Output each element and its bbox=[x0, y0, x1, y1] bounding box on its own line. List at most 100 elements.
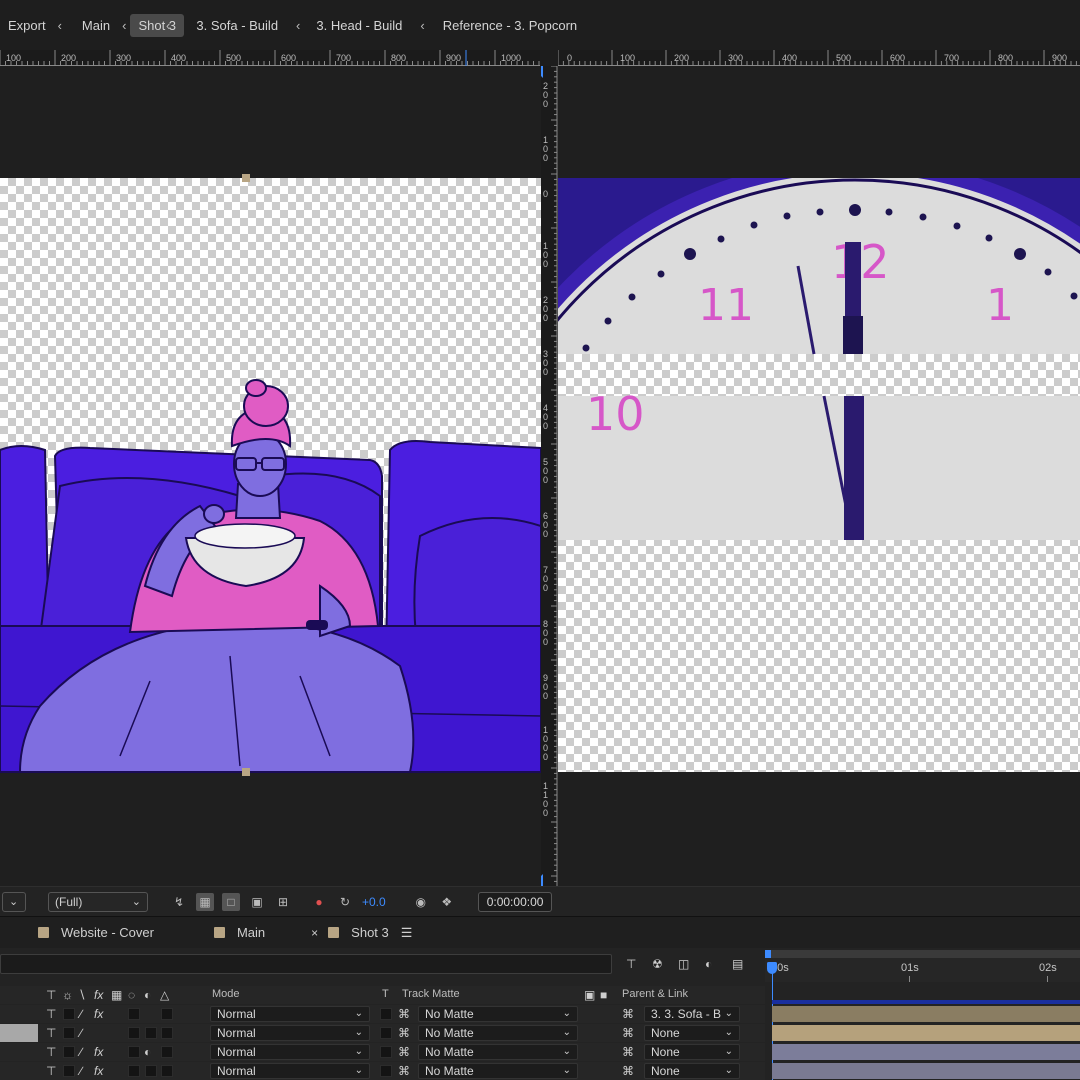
composition-viewer-right[interactable]: 12 11 1 10 bbox=[558, 66, 1080, 886]
timecode-display[interactable]: 0:00:00:00 bbox=[477, 891, 553, 912]
frame-blending-icon[interactable]: ◫ bbox=[678, 956, 689, 972]
parent-dropdown[interactable]: None ⌄ bbox=[644, 1044, 740, 1060]
fx-icon[interactable]: fx bbox=[94, 1044, 103, 1060]
layer-duration-bar[interactable] bbox=[772, 1063, 1080, 1079]
view-options-dropdown[interactable]: ⌄ bbox=[2, 891, 26, 912]
grid-guides-icon[interactable]: ⊞ bbox=[274, 893, 292, 911]
switch-box[interactable] bbox=[128, 1046, 140, 1058]
layer-search-input[interactable] bbox=[0, 954, 612, 974]
quality-icon[interactable]: ∕ bbox=[80, 1025, 82, 1041]
parent-pickwhip-icon[interactable]: ⌘ bbox=[622, 1025, 634, 1041]
breadcrumb-reference-popcorn[interactable]: Reference - 3. Popcorn bbox=[435, 14, 585, 37]
fx-icon[interactable]: fx bbox=[94, 1006, 103, 1022]
switch-box[interactable] bbox=[161, 1046, 173, 1058]
exposure-value[interactable]: +0.0 bbox=[362, 895, 386, 909]
parent-pickwhip-icon[interactable]: ⌘ bbox=[622, 1006, 634, 1022]
quality-icon[interactable]: ∕ bbox=[80, 1063, 82, 1079]
breadcrumb-shot-3[interactable]: Shot 3 bbox=[130, 13, 185, 37]
shy-icon[interactable]: ⊤ bbox=[46, 1006, 56, 1022]
pickwhip-icon[interactable]: ⌘ bbox=[398, 1025, 410, 1041]
breadcrumb-sofa-build[interactable]: 3. Sofa - Build bbox=[188, 14, 286, 37]
mode-dropdown[interactable]: Normal ⌄ bbox=[210, 1044, 370, 1060]
reset-exposure-icon[interactable]: ↻ bbox=[336, 893, 354, 911]
adjustment-layer-icon[interactable]: ◐ bbox=[144, 1044, 151, 1060]
layer-duration-bar[interactable] bbox=[772, 1044, 1080, 1060]
tab-website-cover[interactable]: Website - Cover bbox=[38, 925, 154, 940]
layer-duration-bar[interactable] bbox=[772, 1025, 1080, 1041]
fast-previews-icon[interactable]: ↯ bbox=[170, 893, 188, 911]
switch-box[interactable] bbox=[161, 1065, 173, 1077]
menu-icon[interactable]: ☰ bbox=[401, 925, 413, 941]
track-matte-dropdown[interactable]: No Matte ⌄ bbox=[418, 1006, 578, 1022]
composition-viewer-left[interactable] bbox=[0, 66, 541, 886]
switch-box[interactable] bbox=[145, 1027, 157, 1039]
tab-main[interactable]: Main bbox=[213, 925, 265, 940]
switch-box[interactable] bbox=[161, 1008, 173, 1020]
column-track-matte[interactable]: Track Matte bbox=[402, 988, 460, 1000]
parent-pickwhip-icon[interactable]: ⌘ bbox=[622, 1063, 634, 1079]
switch-box[interactable] bbox=[161, 1027, 173, 1039]
shy-layers-icon[interactable]: ☢ bbox=[652, 956, 663, 972]
show-snapshot-icon[interactable]: ❖ bbox=[438, 893, 456, 911]
handle-top[interactable] bbox=[242, 174, 250, 182]
preserve-transparency-box[interactable] bbox=[380, 1046, 392, 1058]
work-area-bar[interactable] bbox=[765, 950, 771, 958]
breadcrumb-head-build[interactable]: 3. Head - Build bbox=[308, 14, 410, 37]
preserve-transparency-box[interactable] bbox=[380, 1027, 392, 1039]
track-matte-dropdown[interactable]: No Matte ⌄ bbox=[418, 1063, 578, 1079]
layer-row[interactable]: ⊤ ∕ fx Normal ⌄ ⌘ No Matte ⌄ ⌘ 3. 3. Sofa … bbox=[0, 1005, 765, 1023]
shy-icon[interactable]: ⊤ bbox=[46, 1044, 56, 1060]
switch-box[interactable] bbox=[128, 1027, 140, 1039]
layer-duration-bar[interactable] bbox=[772, 1006, 1080, 1022]
shy-icon[interactable]: ⊤ bbox=[46, 1063, 56, 1079]
composition-flowchart-icon[interactable]: ⊤ bbox=[626, 956, 636, 972]
quality-icon[interactable]: ∕ bbox=[80, 1044, 82, 1060]
parent-dropdown[interactable]: 3. 3. Sofa - B ⌄ bbox=[644, 1006, 740, 1022]
ruler-vertical: 2 0 0 1 0 0 0 1 0 0 2 0 0 3 0 0 4 0 0 5 … bbox=[531, 66, 558, 886]
column-t[interactable]: T bbox=[382, 988, 389, 1000]
mask-visibility-icon[interactable]: □ bbox=[222, 892, 240, 911]
track-matte-dropdown[interactable]: No Matte ⌄ bbox=[418, 1044, 578, 1060]
layer-row[interactable]: ⊤ ∕ fx Normal ⌄ ⌘ No Matte ⌄ ⌘ None ⌄ bbox=[0, 1062, 765, 1080]
transparency-grid-icon[interactable]: ▦ bbox=[196, 892, 214, 911]
switch-box[interactable] bbox=[63, 1046, 75, 1058]
mode-dropdown[interactable]: Normal ⌄ bbox=[210, 1006, 370, 1022]
column-parent-link[interactable]: Parent & Link bbox=[622, 988, 688, 1000]
switch-box[interactable] bbox=[145, 1065, 157, 1077]
switch-box[interactable] bbox=[63, 1065, 75, 1077]
tab-shot-3[interactable]: × Shot 3 ☰ bbox=[311, 925, 412, 941]
track-matte-dropdown[interactable]: No Matte ⌄ bbox=[418, 1025, 578, 1041]
region-of-interest-icon[interactable]: ▣ bbox=[248, 893, 266, 911]
pickwhip-icon[interactable]: ⌘ bbox=[398, 1063, 410, 1079]
column-mode[interactable]: Mode bbox=[212, 988, 240, 1000]
motion-blur-icon[interactable]: ◐ bbox=[705, 956, 712, 972]
parent-pickwhip-icon[interactable]: ⌘ bbox=[622, 1044, 634, 1060]
parent-dropdown[interactable]: None ⌄ bbox=[644, 1063, 740, 1079]
pickwhip-icon[interactable]: ⌘ bbox=[398, 1006, 410, 1022]
switch-box[interactable] bbox=[128, 1008, 140, 1020]
preserve-transparency-box[interactable] bbox=[380, 1065, 392, 1077]
time-ruler[interactable]: 00s 01s 02s bbox=[765, 950, 1080, 982]
pickwhip-icon[interactable]: ⌘ bbox=[398, 1044, 410, 1060]
parent-dropdown[interactable]: None ⌄ bbox=[644, 1025, 740, 1041]
switch-box[interactable] bbox=[63, 1027, 75, 1039]
switch-box[interactable] bbox=[128, 1065, 140, 1077]
channels-icon[interactable]: ● bbox=[310, 893, 328, 911]
track-matte-value: No Matte bbox=[425, 1007, 474, 1021]
resolution-dropdown[interactable]: (Full) ⌄ bbox=[48, 891, 148, 912]
layer-row[interactable]: ⊤ ∕ fx ◐ Normal ⌄ ⌘ No Matte ⌄ ⌘ None ⌄ bbox=[0, 1043, 765, 1061]
snapshot-icon[interactable]: ◉ bbox=[412, 893, 430, 911]
fx-icon[interactable]: fx bbox=[94, 1063, 103, 1079]
preserve-transparency-box[interactable] bbox=[380, 1008, 392, 1020]
shy-icon[interactable]: ⊤ bbox=[46, 1025, 56, 1041]
quality-icon[interactable]: ∕ bbox=[80, 1006, 82, 1022]
breadcrumb-main[interactable]: Main bbox=[74, 14, 118, 37]
breadcrumb-export[interactable]: Export bbox=[0, 14, 54, 37]
handle-bottom[interactable] bbox=[242, 768, 250, 776]
switch-box[interactable] bbox=[63, 1008, 75, 1020]
layer-row[interactable]: ⊤ ∕ Normal ⌄ ⌘ No Matte ⌄ ⌘ None ⌄ bbox=[0, 1024, 765, 1042]
close-icon[interactable]: × bbox=[311, 926, 318, 940]
graph-editor-icon[interactable]: ▤ bbox=[732, 956, 743, 972]
mode-dropdown[interactable]: Normal ⌄ bbox=[210, 1063, 370, 1079]
mode-dropdown[interactable]: Normal ⌄ bbox=[210, 1025, 370, 1041]
